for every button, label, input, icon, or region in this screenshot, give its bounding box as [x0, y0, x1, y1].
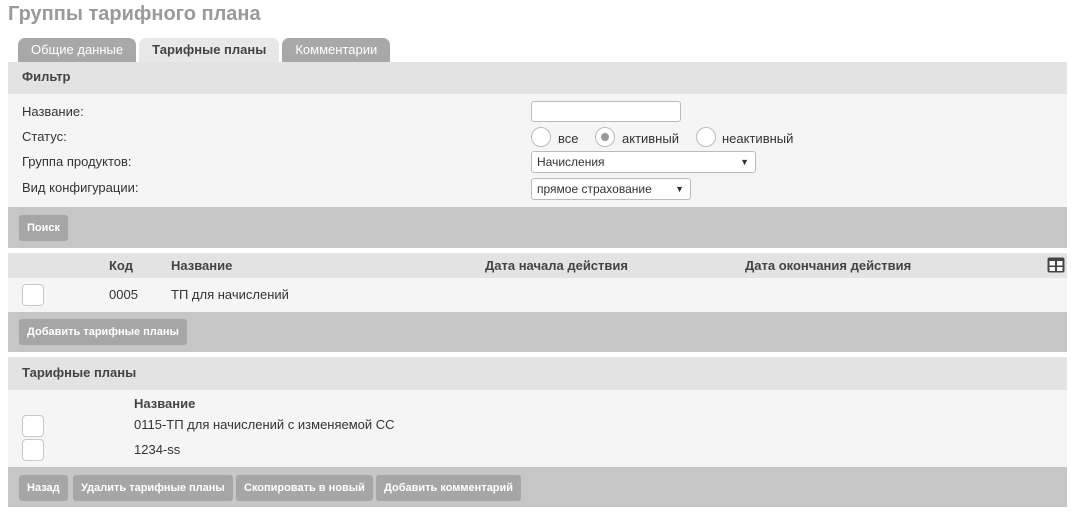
filter-panel: Фильтр Название: Статус: все активный не…	[8, 62, 1067, 248]
filter-name-input[interactable]	[531, 101, 681, 122]
filter-name-label: Название:	[22, 104, 84, 119]
status-radio-active-label: активный	[622, 131, 679, 146]
filter-product-group-label: Группа продуктов:	[22, 154, 132, 169]
tab-tariff-plans[interactable]: Тарифные планы	[139, 38, 280, 62]
status-radio-all[interactable]	[531, 127, 551, 147]
results-button-bar: Добавить тарифные планы	[8, 312, 1067, 352]
status-radio-all-label: все	[558, 131, 579, 146]
column-header-start-date[interactable]: Дата начала действия	[485, 258, 628, 273]
plans-column-header-name: Название	[134, 396, 196, 411]
column-header-end-date[interactable]: Дата окончания действия	[745, 258, 911, 273]
results-table-header: Код Название Дата начала действия Дата о…	[8, 253, 1067, 278]
product-group-select[interactable]: Начисления ▼	[531, 151, 756, 173]
table-row: 0005 ТП для начислений	[8, 278, 1067, 312]
status-radio-inactive-label: неактивный	[722, 131, 794, 146]
config-type-select-value: прямое страхование	[537, 182, 652, 196]
delete-tariff-plans-button[interactable]: Удалить тарифные планы	[73, 475, 233, 501]
plan-checkbox-1[interactable]	[22, 415, 44, 437]
filter-status-label: Статус:	[22, 129, 67, 144]
column-header-name[interactable]: Название	[171, 258, 232, 273]
tab-bar: Общие данные Тарифные планы Комментарии	[18, 38, 391, 62]
plans-button-bar: Назад Удалить тарифные планы Скопировать…	[8, 467, 1067, 507]
config-type-select[interactable]: прямое страхование ▼	[531, 178, 691, 200]
page-title: Группы тарифного плана	[8, 3, 261, 25]
filter-button-bar: Поиск	[8, 207, 1067, 248]
tariff-plans-panel: Тарифные планы Название 0115-ТП для начи…	[8, 357, 1067, 507]
row-code: 0005	[109, 287, 138, 302]
row-name: ТП для начислений	[171, 287, 289, 302]
results-panel: Код Название Дата начала действия Дата о…	[8, 253, 1067, 352]
add-comment-button[interactable]: Добавить комментарий	[376, 475, 522, 501]
tab-general[interactable]: Общие данные	[18, 38, 137, 62]
plan-row-name-2: 1234-ss	[134, 442, 181, 457]
column-header-code[interactable]: Код	[109, 258, 133, 273]
back-button[interactable]: Назад	[19, 475, 68, 501]
plan-row-name-1: 0115-ТП для начислений с изменяемой СС	[134, 417, 395, 432]
filter-config-type-label: Вид конфигурации:	[22, 180, 139, 195]
status-radio-active[interactable]	[595, 127, 615, 147]
plan-checkbox-2[interactable]	[22, 439, 44, 461]
copy-to-new-button[interactable]: Скопировать в новый	[236, 475, 373, 501]
chevron-down-icon: ▼	[740, 157, 749, 167]
table-columns-icon[interactable]	[1047, 257, 1065, 273]
tariff-plans-header: Тарифные планы	[8, 357, 1067, 390]
filter-header: Фильтр	[8, 62, 1067, 94]
product-group-select-value: Начисления	[537, 155, 605, 169]
chevron-down-icon: ▼	[675, 184, 684, 194]
add-tariff-plans-button[interactable]: Добавить тарифные планы	[19, 319, 187, 345]
row-checkbox[interactable]	[22, 284, 44, 306]
tab-comments[interactable]: Комментарии	[282, 38, 391, 62]
status-radio-inactive[interactable]	[696, 127, 716, 147]
search-button[interactable]: Поиск	[19, 215, 69, 241]
